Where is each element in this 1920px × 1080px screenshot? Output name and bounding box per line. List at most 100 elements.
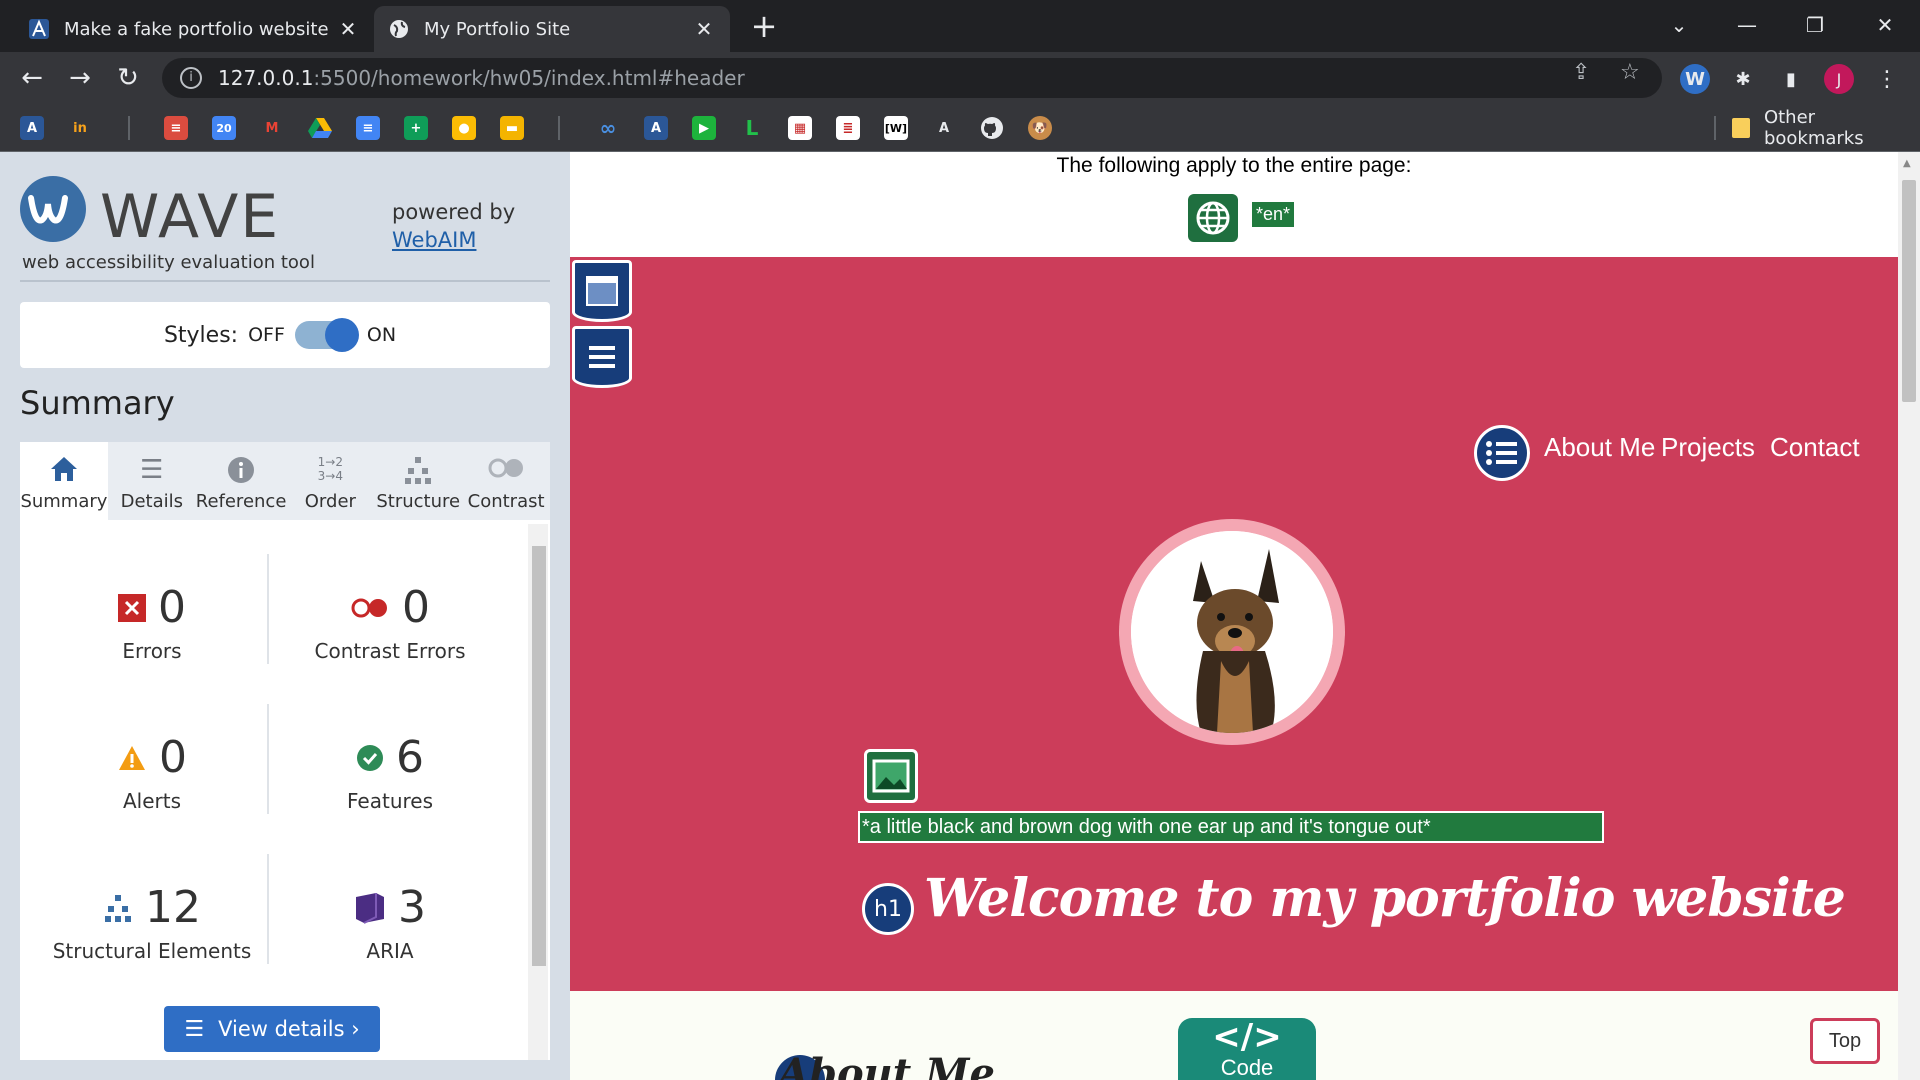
bookmark-pdf-icon[interactable]: ▦ [788, 116, 812, 140]
browser-tab-fake-portfolio[interactable]: Make a fake portfolio website ✕ [14, 6, 374, 52]
address-bar[interactable]: i 127.0.0.1:5500/homework/hw05/index.htm… [162, 58, 1662, 98]
bookmark-l-icon[interactable]: L [740, 116, 764, 140]
bookmark-notes-icon[interactable]: ≣ [836, 116, 860, 140]
contrast-icon [486, 455, 526, 485]
stat-value: 0 [159, 732, 187, 783]
browser-tab-my-portfolio[interactable]: My Portfolio Site ✕ [374, 6, 730, 52]
tab-summary[interactable]: Summary [20, 442, 108, 520]
bookmark-calendar-icon[interactable]: 20 [212, 116, 236, 140]
stat-value: 6 [396, 732, 424, 783]
stat-structural-elements[interactable]: 12 Structural Elements [32, 882, 272, 963]
bookmark-wikipedia-icon[interactable]: [W] [884, 116, 908, 140]
page-scrollbar[interactable]: ▲ [1898, 152, 1920, 1080]
bookmark-drive-icon[interactable] [308, 116, 332, 140]
browser-menu-icon[interactable]: ⋮ [1872, 64, 1902, 94]
site-info-icon[interactable]: i [180, 67, 202, 89]
image-alt-icon[interactable] [864, 749, 918, 803]
page-level-note: The following apply to the entire page: [1056, 154, 1412, 177]
stat-contrast-errors[interactable]: 0 Contrast Errors [270, 582, 510, 663]
bookmark-separator [558, 116, 560, 140]
powered-by-label: powered by [392, 200, 516, 224]
globe-icon [388, 18, 410, 40]
tab-label: Reference [195, 491, 287, 512]
code-badge: </> Code [1178, 1018, 1316, 1080]
stat-features[interactable]: 6 Features [270, 732, 510, 813]
bookmark-invision-icon[interactable]: in [68, 116, 92, 140]
share-icon[interactable]: ⇪ [1572, 60, 1590, 85]
header-region-icon[interactable] [572, 260, 632, 322]
nav-link-about-me[interactable]: About Me [1544, 432, 1655, 463]
h1-heading-icon[interactable]: h1 [862, 883, 914, 935]
bookmark-todoist-icon[interactable]: ≡ [164, 116, 188, 140]
stat-alerts[interactable]: 0 Alerts [32, 732, 272, 813]
tab-details[interactable]: ☰ Details [108, 442, 196, 520]
wave-sidebar: WAVE web accessibility evaluation tool p… [0, 152, 570, 1080]
contrast-error-icon [350, 596, 390, 620]
tab-label: Summary [20, 491, 108, 512]
tab-structure[interactable]: Structure [374, 442, 462, 520]
minimize-button[interactable]: — [1724, 8, 1770, 42]
back-button[interactable]: ← [16, 62, 48, 94]
bookmark-keep-icon[interactable]: ● [452, 116, 476, 140]
side-panel-icon[interactable]: ▮ [1776, 64, 1806, 94]
bookmark-gmail-icon[interactable]: M [260, 116, 284, 140]
profile-photo-ring [1119, 519, 1345, 745]
unordered-list-icon[interactable] [1474, 425, 1530, 481]
stat-label: Alerts [122, 789, 182, 813]
profile-avatar[interactable]: J [1824, 64, 1854, 94]
forward-button[interactable]: → [64, 62, 96, 94]
stat-value: 0 [402, 582, 430, 633]
view-details-button[interactable]: ☰ View details › [164, 1006, 380, 1052]
close-tab-icon[interactable]: ✕ [336, 17, 360, 41]
url-path: :5500/homework/hw05/index.html#header [313, 66, 745, 90]
bookmark-sheets-icon[interactable]: + [404, 116, 428, 140]
bookmark-loop-icon[interactable]: ∞ [596, 116, 620, 140]
styles-toggle-box: Styles: OFF ON [20, 302, 550, 368]
bookmark-app-a2-icon[interactable]: A [644, 116, 668, 140]
close-tab-icon[interactable]: ✕ [692, 17, 716, 41]
browser-toolbar: ← → ↻ i 127.0.0.1:5500/homework/hw05/ind… [0, 52, 1920, 104]
error-icon [118, 593, 146, 622]
tab-reference[interactable]: Reference [195, 442, 287, 520]
scroll-thumb[interactable] [532, 546, 546, 966]
bookmark-dog-icon[interactable]: 🐶 [1028, 116, 1052, 140]
folder-icon [1732, 118, 1750, 138]
webaim-link[interactable]: WebAIM [392, 228, 476, 252]
tab-search-icon[interactable]: ⌄ [1656, 8, 1702, 42]
close-window-button[interactable]: ✕ [1862, 8, 1908, 42]
wave-tabs: Summary ☰ Details Reference 1→2 3→4 Orde… [20, 442, 550, 520]
wave-extension-icon[interactable]: W [1680, 64, 1710, 94]
bookmark-github-icon[interactable] [980, 116, 1004, 140]
page-scroll-thumb[interactable] [1902, 180, 1916, 402]
stat-label: Features [347, 789, 433, 813]
extensions-puzzle-icon[interactable]: ✱ [1728, 64, 1758, 94]
bookmark-separator [1714, 116, 1716, 140]
tab-contrast[interactable]: Contrast [462, 442, 550, 520]
styles-on-label: ON [366, 324, 397, 346]
language-globe-icon[interactable] [1188, 194, 1238, 242]
code-label: Code [1220, 1055, 1274, 1080]
scroll-up-icon[interactable]: ▲ [1903, 158, 1911, 169]
navigation-region-icon[interactable] [572, 326, 632, 388]
stat-errors[interactable]: 0 Errors [32, 582, 272, 663]
nav-link-projects[interactable]: Projects [1661, 432, 1755, 463]
bookmark-star-icon[interactable]: ☆ [1620, 60, 1640, 85]
other-bookmarks[interactable]: Other bookmarks [1732, 107, 1920, 149]
styles-toggle[interactable] [294, 318, 359, 352]
other-bookmarks-label: Other bookmarks [1763, 107, 1864, 149]
bookmark-app-a-icon[interactable]: A [20, 116, 44, 140]
tab-order[interactable]: 1→2 3→4 Order [286, 442, 374, 520]
summary-scrollbar[interactable] [528, 524, 548, 1060]
nav-link-contact[interactable]: Contact [1770, 432, 1860, 463]
bookmark-flag-icon[interactable]: ▶ [692, 116, 716, 140]
new-tab-button[interactable]: + [748, 10, 780, 42]
divider [20, 280, 550, 282]
stat-aria[interactable]: 3 ARIA [270, 882, 510, 963]
reload-button[interactable]: ↻ [112, 62, 144, 94]
back-to-top-button[interactable]: Top [1810, 1018, 1880, 1064]
bookmark-a-icon[interactable]: A [932, 116, 956, 140]
bookmark-slides-icon[interactable]: ▬ [500, 116, 524, 140]
restore-button[interactable]: ❐ [1792, 8, 1838, 42]
wave-logo-icon [20, 176, 86, 242]
bookmark-docs-icon[interactable]: ≡ [356, 116, 380, 140]
